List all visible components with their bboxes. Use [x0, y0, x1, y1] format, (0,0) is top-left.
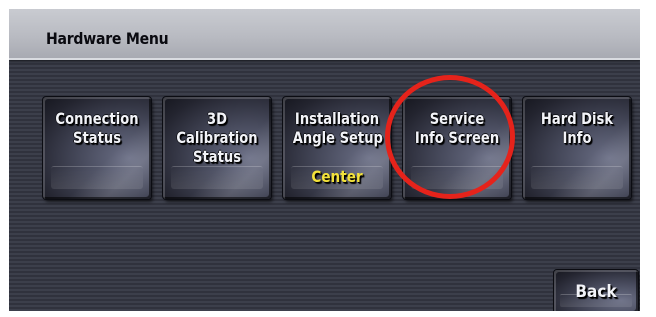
back-button[interactable]: Back [554, 270, 638, 311]
button-gloss [531, 166, 623, 189]
connection-status-button[interactable]: Connection Status [43, 97, 151, 199]
button-gloss [411, 166, 503, 189]
back-button-label: Back [575, 282, 617, 302]
page-title: Hardware Menu [46, 29, 169, 48]
calibration-status-button[interactable]: 3D Calibration Status [163, 97, 271, 199]
installation-angle-setup-button[interactable]: Installation Angle Setup Center [283, 97, 391, 199]
installation-angle-setup-label: Installation Angle Setup [292, 109, 383, 147]
connection-status-label: Connection Status [55, 109, 139, 147]
button-gloss [51, 166, 143, 189]
hard-disk-info-button[interactable]: Hard Disk Info [523, 97, 631, 199]
header-bar: Hardware Menu [9, 9, 640, 60]
service-info-screen-label: Service Info Screen [414, 109, 500, 147]
calibration-status-label: 3D Calibration Status [176, 109, 258, 166]
service-info-screen-button[interactable]: Service Info Screen [403, 97, 511, 199]
hardware-menu-screen: Hardware Menu Connection Status 3D Calib… [9, 9, 640, 311]
installation-angle-value: Center [311, 167, 363, 186]
button-gloss [171, 166, 263, 189]
hard-disk-info-label: Hard Disk Info [540, 109, 614, 147]
